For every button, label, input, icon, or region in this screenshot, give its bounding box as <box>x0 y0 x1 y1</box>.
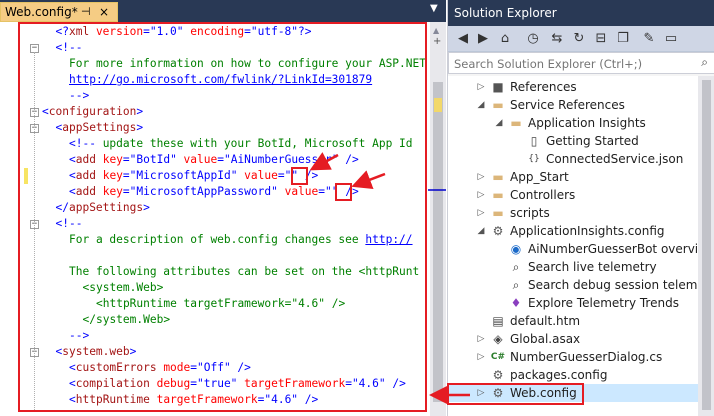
search-icon[interactable]: ⌕ <box>701 55 708 70</box>
sync-icon[interactable]: ⇆ <box>548 30 566 48</box>
history-icon[interactable]: ◷ <box>524 30 542 48</box>
tree-item[interactable]: ⌕ Search debug session telemetry <box>448 276 714 294</box>
tree-item[interactable]: ◢ ▬ Service References <box>448 96 714 114</box>
tab-title: Web.config* <box>5 5 78 19</box>
tree-item-label: Getting Started <box>546 134 639 148</box>
tree-scroll-thumb[interactable] <box>702 80 711 410</box>
tab-web-config[interactable]: Web.config* ⊣ × <box>0 2 118 22</box>
tree-item[interactable]: ◉ AiNumberGuesserBot overview <box>448 240 714 258</box>
expand-icon[interactable]: ▷ <box>476 168 486 186</box>
search-icon: ⌕ <box>512 260 520 274</box>
tree-item[interactable]: ⚙ packages.config <box>448 366 714 384</box>
expand-icon[interactable]: ▷ <box>476 78 486 96</box>
tab-dropdown-icon[interactable]: ▼ <box>430 3 438 14</box>
tree-item-label: Explore Telemetry Trends <box>528 296 679 310</box>
config-icon: ⚙ <box>492 224 504 238</box>
folder-icon: ▬ <box>492 170 504 184</box>
json-icon: {} <box>528 154 540 164</box>
tree-item-label: Global.asax <box>510 332 581 346</box>
asax-icon: ◈ <box>493 332 503 346</box>
tree-item[interactable]: ▷ ▬ scripts <box>448 204 714 222</box>
search-input[interactable] <box>449 54 685 74</box>
highlight-box-apppassword-value <box>335 183 352 201</box>
collapse-icon[interactable]: ⊟ <box>592 30 610 48</box>
tree-item-label: packages.config <box>510 368 608 382</box>
insights-icon: ◉ <box>510 242 522 256</box>
expand-icon[interactable]: ▷ <box>476 204 486 222</box>
back-icon[interactable]: ◀ <box>454 30 472 48</box>
solution-explorer-title: Solution Explorer <box>448 0 714 26</box>
tree-item-label: Search debug session telemetry <box>528 278 714 292</box>
tree-item[interactable]: ♦ Explore Telemetry Trends <box>448 294 714 312</box>
tree-item-label: scripts <box>510 206 550 220</box>
csharp-icon: C# <box>490 352 506 362</box>
tree-item[interactable]: ▯ Getting Started <box>448 132 714 150</box>
forward-icon[interactable]: ▶ <box>474 30 492 48</box>
change-marker <box>434 98 442 112</box>
tree-item[interactable]: ▤ default.htm <box>448 312 714 330</box>
tree-item-label: ConnectedService.json <box>546 152 684 166</box>
html-icon: ▤ <box>492 314 504 328</box>
expand-icon[interactable]: ▷ <box>476 330 486 348</box>
editor-vertical-scrollbar[interactable]: ▲ + <box>430 22 446 416</box>
tree-item-label: ApplicationInsights.config <box>510 224 665 238</box>
collapse-arrow-icon[interactable]: ◢ <box>494 114 504 132</box>
highlight-box-appid-value <box>291 167 308 185</box>
solution-explorer-toolbar: ◀ ▶ ⌂ ◷ ⇆ ↻ ⊟ ❐ ✎ ▭ <box>448 26 714 52</box>
tree-item[interactable]: ◢ ▬ Application Insights <box>448 114 714 132</box>
preview-icon[interactable]: ▭ <box>662 30 680 48</box>
tree-item[interactable]: {} ConnectedService.json <box>448 150 714 168</box>
tree-item[interactable]: ◢ ⚙ ApplicationInsights.config <box>448 222 714 240</box>
tree-item-label: NumberGuesserDialog.cs <box>510 350 663 364</box>
refresh-icon[interactable]: ↻ <box>570 30 588 48</box>
folder-icon: ▬ <box>492 98 504 112</box>
scroll-thumb[interactable] <box>433 82 443 402</box>
folder-icon: ▬ <box>492 206 504 220</box>
pin-icon[interactable]: ⊣ <box>81 3 91 21</box>
tree-scrollbar[interactable] <box>698 76 714 416</box>
tree-item-label: Controllers <box>510 188 576 202</box>
folder-icon: ▬ <box>492 188 504 202</box>
tree-item-label: Application Insights <box>528 116 646 130</box>
split-plus-icon[interactable]: + <box>433 36 441 47</box>
tree-item-label: Search live telemetry <box>528 260 657 274</box>
expand-icon[interactable]: ▷ <box>476 186 486 204</box>
tree-item-label: App_Start <box>510 170 569 184</box>
collapse-arrow-icon[interactable]: ◢ <box>476 222 486 240</box>
tree-item[interactable]: ▷ ◈ Global.asax <box>448 330 714 348</box>
scroll-up-icon[interactable]: ▲ <box>433 26 439 35</box>
expand-icon[interactable]: ▷ <box>476 348 486 366</box>
tree-item-label: Service References <box>510 98 625 112</box>
tree-item[interactable]: ▷ ▬ App_Start <box>448 168 714 186</box>
highlight-box-web-config <box>447 383 584 405</box>
document-tab-bar: Web.config* ⊣ × ▼ <box>0 0 446 22</box>
show-all-icon[interactable]: ❐ <box>614 30 632 48</box>
tree-item[interactable]: ▷ C# NumberGuesserDialog.cs <box>448 348 714 366</box>
tree-item[interactable]: ▷ ▬ Controllers <box>448 186 714 204</box>
solution-tree: ▷ ■ References ◢ ▬ Service References ◢ ▬ Applic… <box>448 76 714 416</box>
folder-icon: ▬ <box>510 116 522 130</box>
tree-item[interactable]: ▷ ■ References <box>448 78 714 96</box>
config-icon: ⚙ <box>492 368 504 382</box>
close-icon[interactable]: × <box>99 3 109 21</box>
references-icon: ■ <box>492 80 504 94</box>
tree-item-label: References <box>510 80 577 94</box>
tree-item-label: default.htm <box>510 314 581 328</box>
collapse-arrow-icon[interactable]: ◢ <box>476 96 486 114</box>
home-icon[interactable]: ⌂ <box>496 30 514 48</box>
solution-search-box[interactable]: ⌕ <box>448 52 714 74</box>
tree-item-label: AiNumberGuesserBot overview <box>528 242 714 256</box>
solution-explorer-pane: Solution Explorer ◀ ▶ ⌂ ◷ ⇆ ↻ ⊟ ❐ ✎ ▭ ⌕ … <box>447 0 714 416</box>
bulb-icon: ♦ <box>510 296 522 310</box>
highlight-box-code <box>18 22 427 412</box>
document-icon: ▯ <box>530 134 538 148</box>
tree-item[interactable]: ⌕ Search live telemetry <box>448 258 714 276</box>
properties-icon[interactable]: ✎ <box>640 30 658 48</box>
search-icon: ⌕ <box>512 278 520 292</box>
